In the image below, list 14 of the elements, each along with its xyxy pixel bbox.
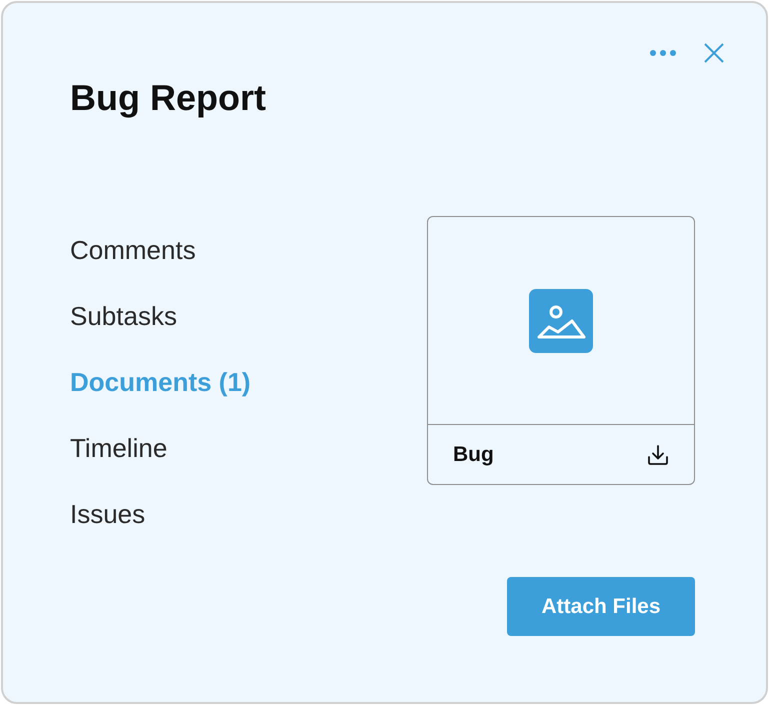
image-icon bbox=[529, 288, 593, 352]
nav-tab[interactable]: Comments bbox=[70, 234, 196, 266]
more-icon bbox=[650, 50, 676, 56]
download-icon bbox=[647, 444, 669, 466]
dialog-title: Bug Report bbox=[70, 76, 266, 119]
nav-tab[interactable]: Timeline bbox=[70, 432, 168, 464]
more-options-button[interactable] bbox=[650, 50, 676, 56]
download-button[interactable] bbox=[647, 444, 669, 466]
nav-tab[interactable]: Subtasks bbox=[70, 300, 177, 332]
close-button[interactable] bbox=[704, 43, 724, 63]
document-name: Bug bbox=[453, 442, 494, 468]
close-icon bbox=[704, 43, 724, 63]
document-card[interactable]: Bug bbox=[427, 216, 695, 485]
nav-tab[interactable]: Issues bbox=[70, 498, 146, 530]
